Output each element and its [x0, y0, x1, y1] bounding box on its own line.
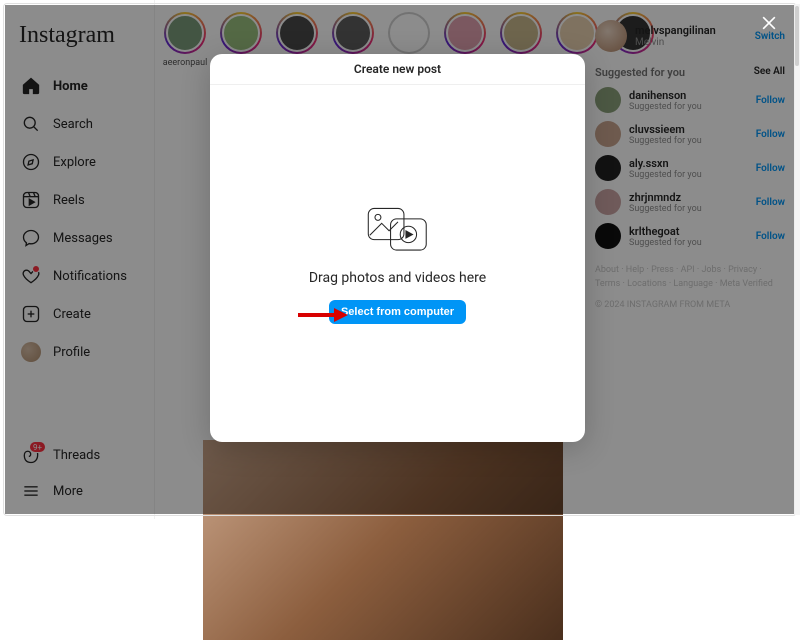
create-post-modal: Create new post Drag photos and videos h…	[210, 54, 585, 442]
drag-prompt-text: Drag photos and videos here	[309, 270, 486, 286]
modal-body[interactable]: Drag photos and videos here Select from …	[210, 85, 585, 442]
modal-title: Create new post	[210, 54, 585, 85]
vertical-scrollbar[interactable]	[794, 4, 800, 515]
scrollbar-thumb[interactable]	[795, 6, 799, 66]
close-icon[interactable]	[758, 12, 780, 34]
select-from-computer-button[interactable]: Select from computer	[329, 300, 466, 324]
media-icon	[362, 204, 434, 256]
